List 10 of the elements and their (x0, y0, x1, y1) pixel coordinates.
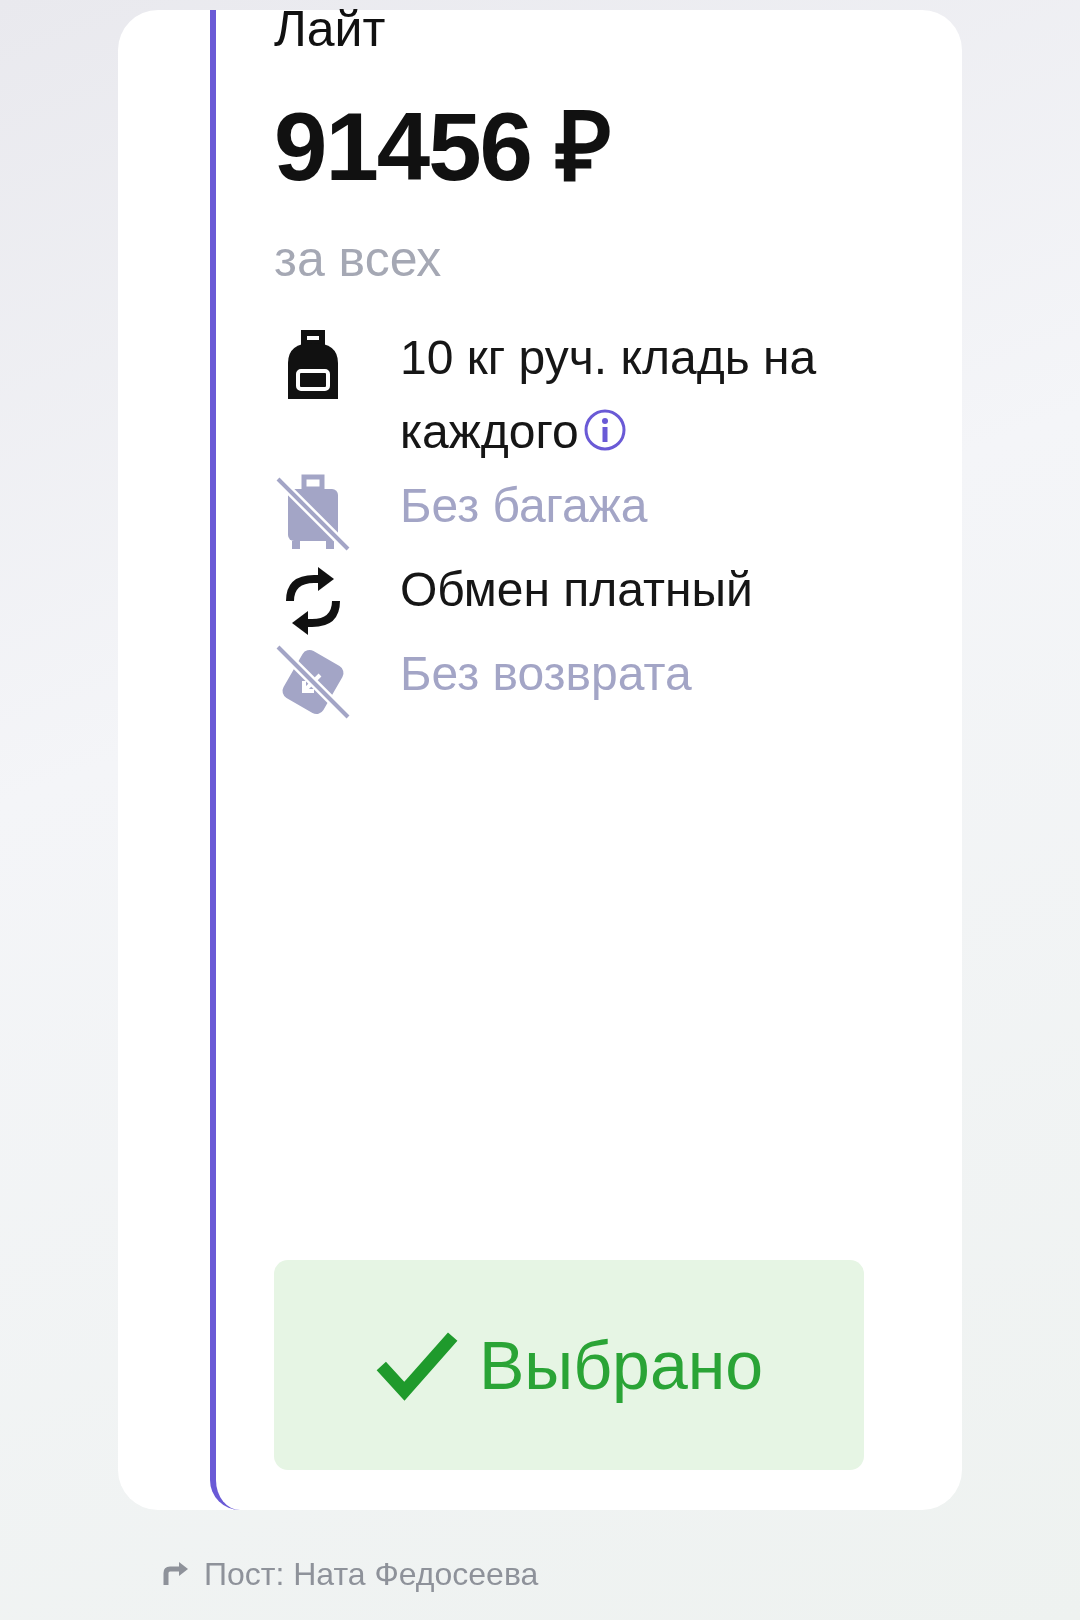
price: 91456 ₽ (274, 94, 611, 200)
feature-text: Без багажа (400, 478, 648, 535)
feature-text: Без возврата (400, 646, 692, 703)
repost-credit: Пост: Ната Федосеева (204, 1555, 539, 1594)
tariff-title: Лайт (274, 4, 387, 54)
price-note: за всех (274, 229, 443, 289)
feature-text: 10 кг руч. кладь на каждого (400, 329, 818, 460)
selected-button[interactable]: Выбрано (274, 1260, 864, 1470)
feature-text: Обмен платный (400, 562, 753, 619)
info-icon[interactable] (582, 408, 627, 452)
